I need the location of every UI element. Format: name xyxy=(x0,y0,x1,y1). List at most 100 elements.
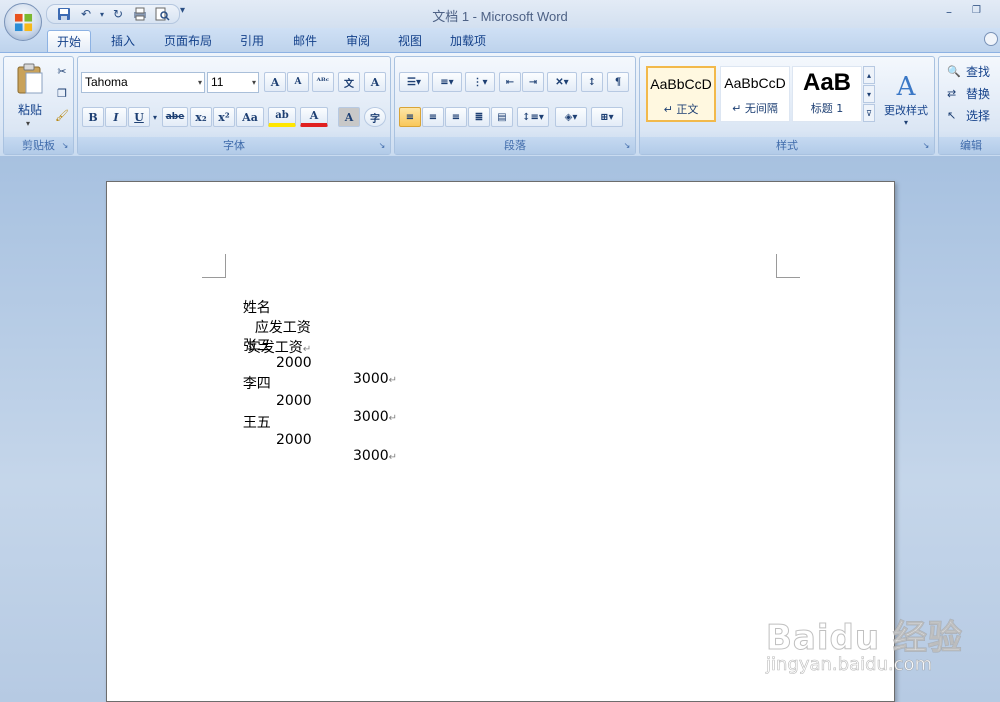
select-arrow-icon: ↖ xyxy=(947,109,957,122)
chinese-layout-button[interactable]: ✕▾ xyxy=(547,72,577,92)
font-name-combo[interactable]: Tahoma ▾ xyxy=(81,72,205,93)
paste-dropdown-icon[interactable]: ▾ xyxy=(26,119,30,128)
doc-row: 王五 2000 3000↵ xyxy=(225,396,397,480)
italic-button[interactable]: I xyxy=(105,107,127,127)
bullets-button[interactable]: ☰▾ xyxy=(399,72,429,92)
font-size-value: 11 xyxy=(211,75,224,89)
enclose-chars-button[interactable]: 字 xyxy=(364,107,386,127)
watermark-main-text: Baidu 经验 xyxy=(766,618,963,659)
find-icon: 🔍 xyxy=(947,65,961,78)
multilevel-list-button[interactable]: ⋮▾ xyxy=(465,72,495,92)
change-styles-button[interactable]: A 更改样式 ▾ xyxy=(880,61,932,137)
styles-group: AaBbCcD ↵ 正文 AaBbCcD ↵ 无间隔 AaB 标题 1 ▴ ▾ … xyxy=(639,56,935,155)
font-size-combo[interactable]: 11 ▾ xyxy=(207,72,259,93)
clipboard-launcher-icon[interactable]: ↘ xyxy=(60,141,70,151)
ribbon-tabs: 开始 插入 页面布局 引用 邮件 审阅 视图 加载项 xyxy=(0,28,1000,52)
row-paid: 3000↵ xyxy=(353,448,398,464)
change-styles-label: 更改样式 xyxy=(884,103,928,117)
styles-more-icon[interactable]: ⊽ xyxy=(863,104,875,122)
phonetic-guide-button[interactable]: 文 xyxy=(338,72,360,92)
justify-button[interactable]: ≣ xyxy=(468,107,490,127)
paragraph-group: ☰▾ ≡▾ ⋮▾ ⇤ ⇥ ✕▾ ↕ ¶ ≡ ≡ ≡ ≣ ▤ ↕≡▾ ◈▾ ⊞▾ … xyxy=(394,56,636,155)
font-launcher-icon[interactable]: ↘ xyxy=(377,141,387,151)
paragraph-mark-icon: ↵ xyxy=(388,375,398,386)
underline-dropdown-icon[interactable]: ▾ xyxy=(151,109,159,125)
tab-review[interactable]: 审阅 xyxy=(337,30,379,52)
tab-insert[interactable]: 插入 xyxy=(102,30,144,52)
office-button[interactable] xyxy=(4,3,42,41)
char-border-button[interactable]: A xyxy=(364,72,386,92)
shrink-font-button[interactable]: A xyxy=(287,72,309,92)
decrease-indent-button[interactable]: ⇤ xyxy=(499,72,521,92)
strikethrough-button[interactable]: abe xyxy=(162,107,188,127)
shading-button[interactable]: ◈▾ xyxy=(555,107,587,127)
change-styles-icon: A xyxy=(896,71,916,102)
style-heading-1[interactable]: AaB 标题 1 xyxy=(792,66,862,122)
tab-references[interactable]: 引用 xyxy=(231,30,273,52)
paste-button[interactable]: 粘贴 ▾ xyxy=(8,61,52,137)
grow-font-button[interactable]: A xyxy=(264,72,286,92)
office-logo-icon xyxy=(14,13,33,32)
ribbon: 粘贴 ▾ ✂ ❐ 🖌 剪贴板 ↘ Tahoma ▾ 11 ▾ A A ᴬᴮᶜ 文… xyxy=(0,52,1000,156)
highlight-button[interactable]: ab xyxy=(268,107,296,127)
font-color-button[interactable]: A xyxy=(300,107,328,127)
find-button[interactable]: 🔍 查找 xyxy=(947,63,990,80)
title-bar: ↶ ▾ ↻ ▾ 文档 1 - Microsoft Word – ❐ xyxy=(0,0,1000,28)
help-icon[interactable] xyxy=(984,32,998,46)
styles-scroll-down-icon[interactable]: ▾ xyxy=(863,85,875,103)
paragraph-launcher-icon[interactable]: ↘ xyxy=(622,141,632,151)
superscript-button[interactable]: x² xyxy=(213,107,235,127)
clipboard-group: 粘贴 ▾ ✂ ❐ 🖌 剪贴板 ↘ xyxy=(3,56,74,155)
font-group: Tahoma ▾ 11 ▾ A A ᴬᴮᶜ 文 A B I U ▾ abe x₂… xyxy=(77,56,391,155)
margin-corner-top-left xyxy=(202,254,226,278)
tab-mailings[interactable]: 邮件 xyxy=(284,30,326,52)
clear-format-button[interactable]: ᴬᴮᶜ xyxy=(312,72,334,92)
style-normal-name: ↵ 正文 xyxy=(663,103,699,116)
tab-view[interactable]: 视图 xyxy=(389,30,431,52)
row-name: 张三 xyxy=(242,338,271,354)
style-heading-1-sample: AaB xyxy=(802,69,851,96)
char-shading-button[interactable]: A xyxy=(338,107,360,127)
replace-button[interactable]: ⇄ 替换 xyxy=(947,85,990,102)
style-heading-1-name: 标题 1 xyxy=(810,102,844,115)
font-group-label: 字体 xyxy=(78,137,390,154)
line-spacing-button[interactable]: ↕≡▾ xyxy=(517,107,549,127)
style-no-spacing[interactable]: AaBbCcD ↵ 无间隔 xyxy=(720,66,790,122)
paste-icon xyxy=(17,63,43,94)
sort-button[interactable]: ↕ xyxy=(581,72,603,92)
styles-launcher-icon[interactable]: ↘ xyxy=(921,141,931,151)
format-painter-icon[interactable]: 🖌 xyxy=(54,107,70,123)
styles-scroll-up-icon[interactable]: ▴ xyxy=(863,66,875,84)
tab-page-layout[interactable]: 页面布局 xyxy=(155,30,221,52)
row-due: 2000 xyxy=(276,393,312,409)
numbering-button[interactable]: ≡▾ xyxy=(432,72,462,92)
font-size-dropdown-icon[interactable]: ▾ xyxy=(252,73,256,92)
increase-indent-button[interactable]: ⇥ xyxy=(522,72,544,92)
select-button[interactable]: ↖ 选择 xyxy=(947,107,990,124)
subscript-button[interactable]: x₂ xyxy=(190,107,212,127)
row-name: 王五 xyxy=(242,415,271,431)
row-paid: 3000↵ xyxy=(353,371,398,387)
minimize-button[interactable]: – xyxy=(946,5,952,19)
watermark-sub-text: jingyan.baidu.com xyxy=(766,654,933,676)
style-no-spacing-sample: AaBbCcD xyxy=(724,75,786,91)
baidu-watermark: Baidu 经验 jingyan.baidu.com xyxy=(766,598,966,678)
change-case-button[interactable]: Aa xyxy=(236,107,264,127)
tab-addins[interactable]: 加载项 xyxy=(441,30,495,52)
show-marks-button[interactable]: ¶ xyxy=(607,72,629,92)
style-normal[interactable]: AaBbCcD ↵ 正文 xyxy=(646,66,716,122)
align-center-button[interactable]: ≡ xyxy=(422,107,444,127)
align-left-button[interactable]: ≡ xyxy=(399,107,421,127)
editing-group-label: 编辑 xyxy=(939,137,1000,154)
align-right-button[interactable]: ≡ xyxy=(445,107,467,127)
tab-home[interactable]: 开始 xyxy=(47,30,92,52)
underline-button[interactable]: U xyxy=(128,107,150,127)
font-name-dropdown-icon[interactable]: ▾ xyxy=(198,73,202,92)
copy-icon[interactable]: ❐ xyxy=(54,85,70,101)
borders-button[interactable]: ⊞▾ xyxy=(591,107,623,127)
replace-label: 替换 xyxy=(966,87,991,101)
distributed-button[interactable]: ▤ xyxy=(491,107,513,127)
restore-button[interactable]: ❐ xyxy=(972,5,981,16)
bold-button[interactable]: B xyxy=(82,107,104,127)
cut-icon[interactable]: ✂ xyxy=(54,63,70,79)
